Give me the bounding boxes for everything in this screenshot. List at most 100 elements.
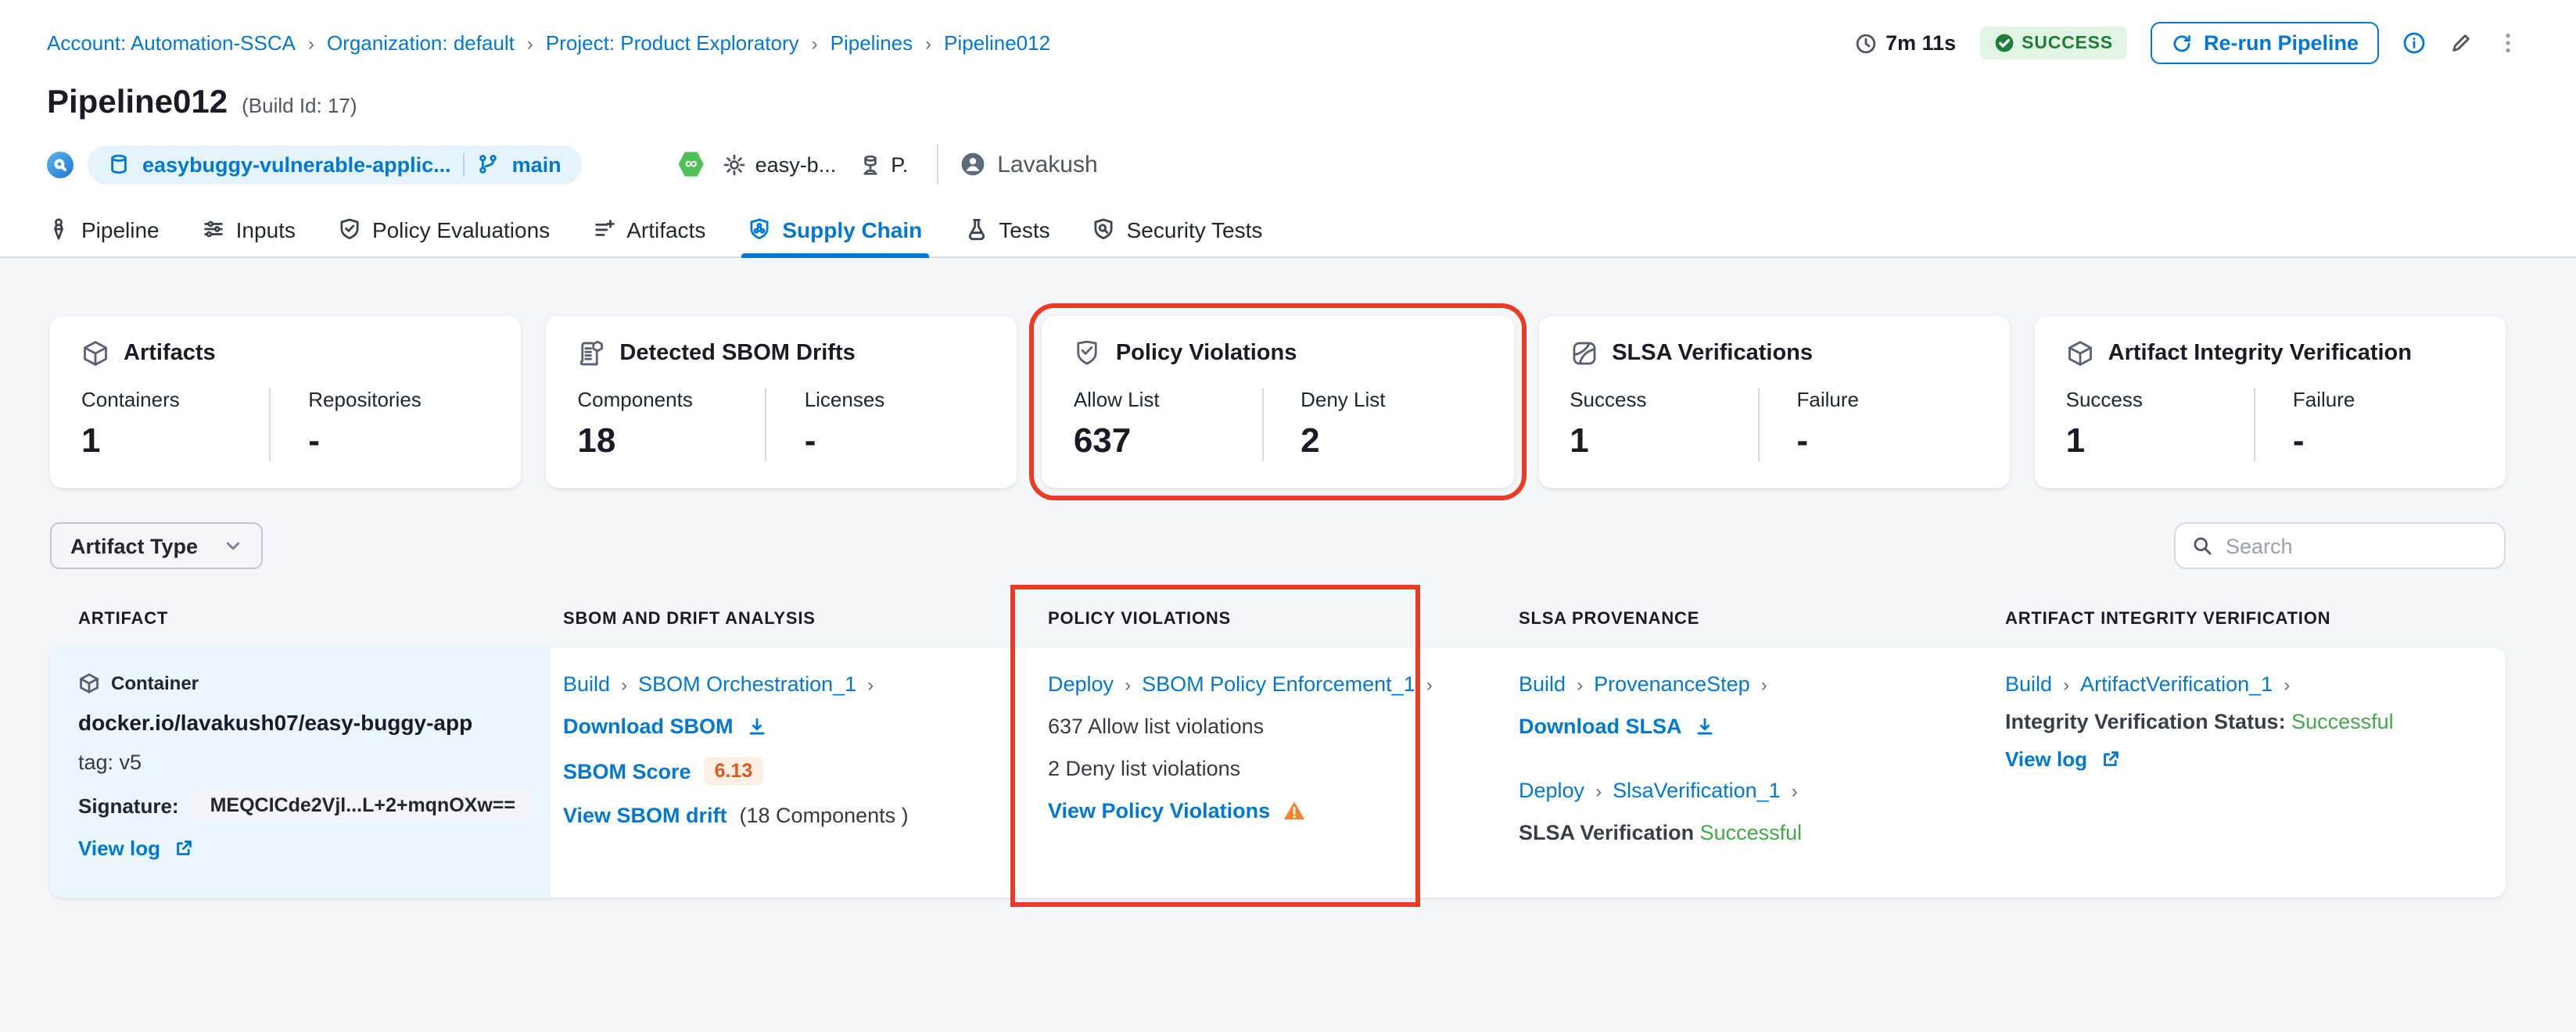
branch-name[interactable]: main xyxy=(512,152,561,176)
breadcrumb-separator: › xyxy=(867,673,874,695)
breadcrumb-pipelines[interactable]: Pipelines xyxy=(831,31,913,55)
stat-licenses: Licenses - xyxy=(766,388,986,461)
execution-info-button[interactable] xyxy=(2402,31,2426,55)
view-policy-violations-link[interactable]: View Policy Violations xyxy=(1048,799,1484,822)
stat-integrity-success: Success 1 xyxy=(2066,388,2254,461)
artifacts-table: ARTIFACT SBOM AND DRIFT ANALYSIS POLICY … xyxy=(50,610,2506,898)
tab-inputs[interactable]: Inputs xyxy=(202,202,296,256)
integrity-verification-status: Integrity Verification Status: Successfu… xyxy=(2005,710,2484,733)
drift-components-note: (18 Components ) xyxy=(740,804,909,827)
artifact-type: Container xyxy=(78,672,529,694)
summary-cards: Artifacts Containers 1 Repositories - xyxy=(50,258,2506,488)
stage-link[interactable]: Deploy xyxy=(1519,779,1584,802)
tab-pipeline[interactable]: Pipeline xyxy=(47,202,160,256)
search-box[interactable] xyxy=(2174,522,2506,569)
stat-components: Components 18 xyxy=(577,388,765,461)
repo-branch-pill[interactable]: easybuggy-vulnerable-applic... main xyxy=(88,145,582,184)
step-link[interactable]: ProvenanceStep xyxy=(1594,672,1750,696)
download-slsa-link[interactable]: Download SLSA xyxy=(1519,715,1971,738)
artifact-type-dropdown[interactable]: Artifact Type xyxy=(50,522,262,569)
tab-security-tests[interactable]: Security Tests xyxy=(1092,202,1263,256)
card-sbom-drifts: Detected SBOM Drifts Components 18 Licen… xyxy=(546,316,1017,488)
step-link[interactable]: SlsaVerification_1 xyxy=(1613,779,1781,802)
sliders-icon xyxy=(202,217,225,241)
pencil-icon xyxy=(2449,31,2473,55)
artifact-tag: tag: v5 xyxy=(78,751,529,774)
breadcrumb-separator: › xyxy=(621,673,627,695)
stage-link[interactable]: Build xyxy=(563,672,610,696)
refresh-icon xyxy=(2171,32,2193,54)
status-successful: Successful xyxy=(1700,821,1803,844)
more-options-button[interactable] xyxy=(2496,31,2520,55)
view-log-link[interactable]: View log xyxy=(78,837,529,860)
environment-info[interactable]: P. xyxy=(858,152,908,176)
signature-value[interactable]: MEQCICde2Vjl...L+2+mqnOXw== xyxy=(195,790,531,821)
tab-supply-chain[interactable]: Supply Chain xyxy=(748,202,922,256)
stat-allow-list: Allow List 637 xyxy=(1074,388,1261,461)
download-icon xyxy=(1695,715,1717,737)
check-circle-icon xyxy=(1993,33,2014,53)
breadcrumb-separator: › xyxy=(925,32,931,54)
chevron-down-icon xyxy=(223,536,242,555)
stage-link[interactable]: Deploy xyxy=(1048,672,1114,696)
breadcrumb-organization[interactable]: Organization: default xyxy=(327,31,515,55)
sbom-score-link[interactable]: SBOM Score 6.13 xyxy=(563,757,1014,785)
breadcrumb-separator: › xyxy=(1595,779,1602,801)
supply-chain-panel: Artifacts Containers 1 Repositories - xyxy=(0,258,2576,1032)
card-title: SLSA Verifications xyxy=(1612,341,1813,366)
sbom-step-breadcrumb: Build › SBOM Orchestration_1 › xyxy=(563,672,1014,696)
gear-icon xyxy=(723,152,746,176)
tab-artifacts[interactable]: Artifacts xyxy=(592,202,705,256)
page-header: Account: Automation-SSCA › Organization:… xyxy=(0,0,2576,258)
download-icon xyxy=(746,715,768,737)
breadcrumb-separator: › xyxy=(1426,673,1433,695)
rerun-pipeline-button[interactable]: Re-run Pipeline xyxy=(2151,22,2379,64)
artifact-cell: Container docker.io/lavakush07/easy-bugg… xyxy=(50,647,551,898)
branch-icon xyxy=(478,153,500,175)
execution-duration: 7m 11s xyxy=(1854,31,1956,55)
step-link[interactable]: SBOM Orchestration_1 xyxy=(638,672,856,696)
view-sbom-drift-link[interactable]: View SBOM drift (18 Components ) xyxy=(563,804,1014,827)
tab-tests[interactable]: Tests xyxy=(964,202,1049,256)
avatar-icon xyxy=(960,152,985,177)
search-input[interactable] xyxy=(2226,534,2488,557)
filter-bar: Artifact Type xyxy=(50,522,2506,569)
tab-policy-evaluations[interactable]: Policy Evaluations xyxy=(338,202,550,256)
status-successful: Successful xyxy=(2291,710,2394,733)
trigger-info[interactable]: easy-b... xyxy=(723,152,837,176)
infrastructure-icon xyxy=(858,152,881,176)
breadcrumb-pipeline012[interactable]: Pipeline012 xyxy=(944,31,1050,55)
page-title: Pipeline012 xyxy=(47,84,228,122)
card-policy-violations: Policy Violations Allow List 637 Deny Li… xyxy=(1042,316,1513,488)
breadcrumb-separator: › xyxy=(527,32,533,54)
breadcrumb-project[interactable]: Project: Product Exploratory xyxy=(546,31,799,55)
shield-check-icon xyxy=(338,217,361,241)
repository-icon xyxy=(108,153,130,175)
repo-name[interactable]: easybuggy-vulnerable-applic... xyxy=(142,152,451,176)
step-link[interactable]: SBOM Policy Enforcement_1 xyxy=(1142,672,1415,696)
sbom-score-badge: 6.13 xyxy=(704,757,764,785)
source-provider-icon xyxy=(47,151,74,177)
table-header: ARTIFACT SBOM AND DRIFT ANALYSIS POLICY … xyxy=(50,610,2506,629)
triggered-by-user: Lavakush xyxy=(960,151,1097,177)
magnifier-glyph xyxy=(53,157,67,171)
column-artifact: ARTIFACT xyxy=(50,610,551,629)
download-sbom-link[interactable]: Download SBOM xyxy=(563,715,1014,738)
edit-pipeline-button[interactable] xyxy=(2449,31,2473,55)
stage-link[interactable]: Build xyxy=(1519,672,1566,696)
column-sbom: SBOM AND DRIFT ANALYSIS xyxy=(551,610,1035,629)
cube-icon xyxy=(78,672,100,694)
breadcrumb-separator: › xyxy=(1761,673,1767,695)
stage-link[interactable]: Build xyxy=(2005,672,2052,696)
flask-icon xyxy=(964,217,988,241)
external-link-icon xyxy=(173,838,193,858)
step-link[interactable]: ArtifactVerification_1 xyxy=(2080,672,2273,696)
search-icon xyxy=(2191,535,2213,557)
breadcrumb-account[interactable]: Account: Automation-SSCA xyxy=(47,31,296,55)
slsa-step-breadcrumb: Build › ProvenanceStep › xyxy=(1519,672,1971,696)
warning-icon xyxy=(1283,799,1306,822)
card-title: Artifact Integrity Verification xyxy=(2108,341,2412,366)
card-artifact-integrity: Artifact Integrity Verification Success … xyxy=(2035,316,2506,488)
column-slsa-provenance: SLSA PROVENANCE xyxy=(1506,610,1993,629)
view-log-link[interactable]: View log xyxy=(2005,747,2484,771)
